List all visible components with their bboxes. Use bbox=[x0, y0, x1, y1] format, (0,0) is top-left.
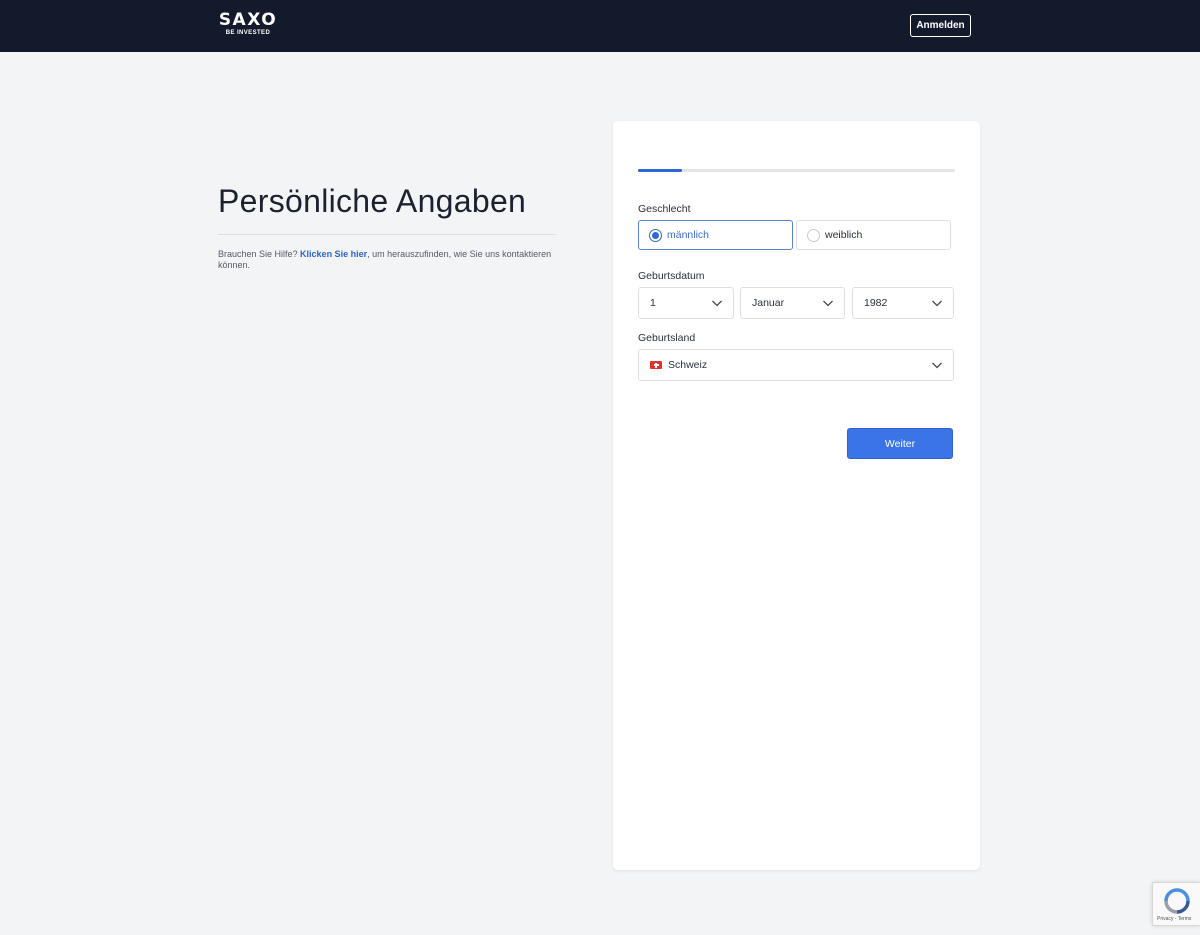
chevron-down-icon bbox=[932, 362, 942, 369]
intro-divider bbox=[218, 234, 556, 235]
gender-option-male[interactable]: männlich bbox=[638, 220, 793, 250]
saxo-logo[interactable]: SAXO BE INVESTED bbox=[218, 11, 278, 41]
birth-month-value: Januar bbox=[752, 297, 785, 309]
birthdate-label: Geburtsdatum bbox=[638, 270, 705, 282]
birth-country-select[interactable]: Schweiz bbox=[638, 349, 954, 381]
page-title: Persönliche Angaben bbox=[218, 183, 527, 219]
birth-day-value: 1 bbox=[650, 297, 656, 309]
swiss-flag-icon bbox=[650, 361, 662, 369]
gender-option-female[interactable]: weiblich bbox=[796, 220, 951, 250]
logo-brand: SAXO bbox=[218, 10, 278, 30]
birth-year-value: 1982 bbox=[864, 297, 888, 309]
birth-year-select[interactable]: 1982 bbox=[852, 287, 954, 319]
gender-option-male-label: männlich bbox=[667, 229, 710, 241]
help-link[interactable]: Klicken Sie hier bbox=[300, 249, 367, 259]
intro-section: Persönliche Angaben Brauchen Sie Hilfe? … bbox=[218, 182, 556, 271]
recaptcha-footer[interactable]: Privacy - Terms bbox=[1157, 916, 1191, 922]
chevron-down-icon bbox=[932, 300, 942, 307]
birth-day-select[interactable]: 1 bbox=[638, 287, 734, 319]
logo-tagline: BE INVESTED bbox=[225, 30, 271, 36]
radio-unselected-icon bbox=[807, 228, 820, 242]
recaptcha-icon bbox=[1164, 888, 1190, 914]
top-bar: SAXO BE INVESTED Anmelden bbox=[0, 0, 1200, 52]
birth-country-label: Geburtsland bbox=[638, 332, 696, 344]
help-text: Brauchen Sie Hilfe? Klicken Sie hier, um… bbox=[218, 249, 556, 271]
login-button[interactable]: Anmelden bbox=[910, 14, 971, 37]
recaptcha-badge[interactable]: Privacy - Terms bbox=[1152, 882, 1200, 926]
gender-label: Geschlecht bbox=[638, 203, 691, 215]
next-button[interactable]: Weiter bbox=[847, 428, 953, 459]
progress-bar-fill bbox=[638, 169, 683, 172]
chevron-down-icon bbox=[712, 300, 722, 307]
birth-month-select[interactable]: Januar bbox=[740, 287, 845, 319]
gender-option-female-label: weiblich bbox=[825, 229, 863, 241]
progress-bar bbox=[638, 169, 955, 172]
radio-selected-icon bbox=[649, 228, 662, 242]
form-card: Geschlecht männlich weiblich Geburtsdatu… bbox=[613, 121, 980, 870]
help-prefix: Brauchen Sie Hilfe? bbox=[218, 249, 301, 259]
chevron-down-icon bbox=[823, 300, 833, 307]
birth-country-value: Schweiz bbox=[668, 359, 708, 371]
